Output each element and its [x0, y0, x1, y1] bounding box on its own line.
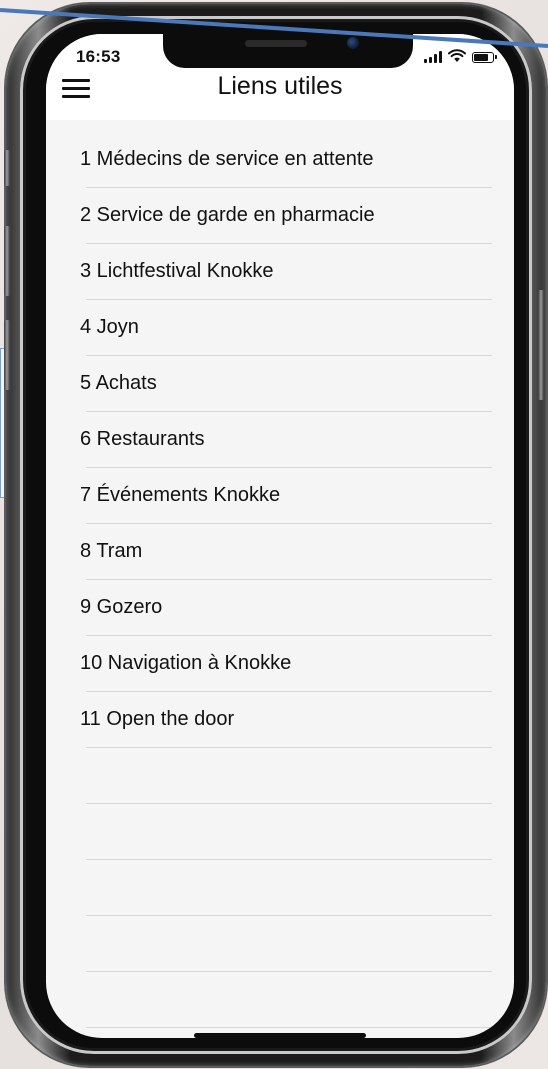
list-item-label: 3 Lichtfestival Knokke: [80, 260, 274, 282]
list-item[interactable]: 9 Gozero: [46, 580, 514, 636]
page-title: Liens utiles: [217, 72, 343, 100]
list-item[interactable]: 4 Joyn: [46, 300, 514, 356]
list-item-label: 4 Joyn: [80, 316, 139, 338]
status-icons: [424, 49, 497, 63]
list-item-label: 9 Gozero: [80, 596, 163, 618]
list-item-label: 6 Restaurants: [80, 428, 205, 450]
list-item-label: 10 Navigation à Knokke: [80, 652, 292, 674]
list-item-label: 7 Événements Knokke: [80, 484, 281, 506]
list-item-label: 5 Achats: [80, 372, 157, 394]
useful-links-list: 1 Médecins de service en attente 2 Servic…: [46, 132, 514, 1028]
notch: [163, 34, 413, 68]
list-item[interactable]: 7 Événements Knokke: [46, 468, 514, 524]
volume-down-button: [4, 320, 10, 390]
mute-switch: [4, 150, 10, 186]
power-button: [538, 290, 544, 400]
phone-screen: 16:53 Liens utiles 1 Médecins de service…: [46, 34, 514, 1038]
cellular-signal-icon: [424, 51, 442, 63]
wifi-icon: [448, 49, 466, 62]
list-item[interactable]: 1 Médecins de service en attente: [46, 132, 514, 188]
battery-icon: [472, 52, 497, 63]
list-item: [46, 860, 514, 916]
list-item[interactable]: 5 Achats: [46, 356, 514, 412]
list-item[interactable]: 3 Lichtfestival Knokke: [46, 244, 514, 300]
list-item[interactable]: 11 Open the door: [46, 692, 514, 748]
list-item-label: 1 Médecins de service en attente: [80, 148, 374, 170]
list-item[interactable]: 10 Navigation à Knokke: [46, 636, 514, 692]
list-item: [46, 972, 514, 1028]
list-item: [46, 748, 514, 804]
list-item[interactable]: 6 Restaurants: [46, 412, 514, 468]
list-divider: [86, 1027, 492, 1028]
volume-up-button: [4, 226, 10, 296]
list-item-label: 8 Tram: [80, 540, 143, 562]
list-item[interactable]: 8 Tram: [46, 524, 514, 580]
status-time: 16:53: [76, 47, 121, 66]
front-camera: [347, 37, 359, 49]
speaker-grille: [245, 40, 307, 47]
list-item-label: 2 Service de garde en pharmacie: [80, 204, 375, 226]
list-item: [46, 916, 514, 972]
home-indicator[interactable]: [194, 1033, 366, 1038]
list-item-label: 11 Open the door: [80, 708, 235, 730]
list-item[interactable]: 2 Service de garde en pharmacie: [46, 188, 514, 244]
list-item: [46, 804, 514, 860]
